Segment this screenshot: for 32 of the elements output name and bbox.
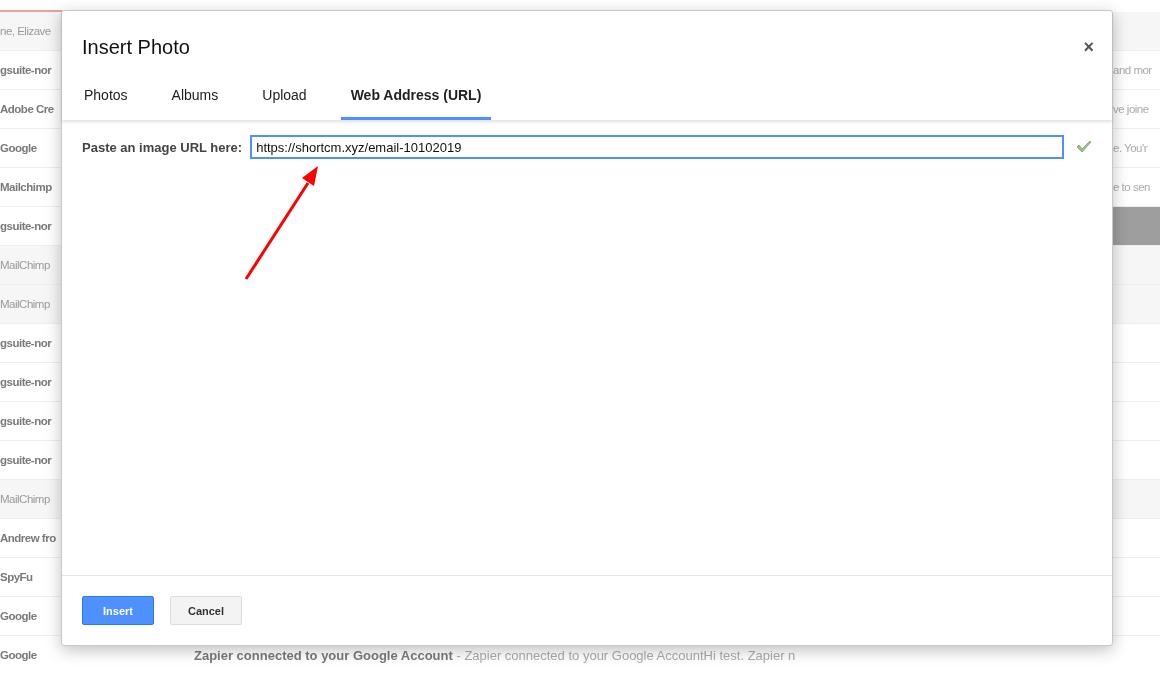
- sender-name: Andrew fro: [0, 532, 56, 544]
- cancel-button[interactable]: Cancel: [170, 596, 242, 625]
- sender-name: Adobe Cre: [0, 103, 54, 115]
- sender-name: gsuite-nor: [0, 64, 52, 76]
- email-snippet: e. You'r: [1113, 142, 1147, 154]
- sender-name: SpyFu: [0, 571, 33, 583]
- sender-name: MailChimp: [0, 259, 50, 271]
- sender-name: gsuite-nor: [0, 220, 52, 232]
- sender-name: Mailchimp: [0, 181, 52, 193]
- accent-line: [0, 10, 62, 12]
- sender-name: gsuite-nor: [0, 376, 52, 388]
- sender-name: Google: [0, 142, 37, 154]
- email-snippet: e to sen: [1113, 181, 1150, 193]
- sender-name: ne, Elizave: [0, 25, 51, 37]
- tab[interactable]: Albums: [161, 75, 229, 120]
- sender-name: Google: [0, 649, 37, 661]
- email-subject: Zapier connected to your Google Account - Zapier connected to your Google AccountHi test. Zapier n: [194, 647, 796, 663]
- url-label: Paste an image URL here:: [82, 139, 243, 155]
- sender-name: Google: [0, 610, 37, 622]
- sender-name: MailChimp: [0, 298, 50, 310]
- tab[interactable]: Upload: [252, 75, 317, 120]
- sender-name: MailChimp: [0, 493, 50, 505]
- close-button[interactable]: ×: [1079, 36, 1098, 58]
- dialog-title: Insert Photo: [82, 35, 190, 59]
- tab[interactable]: Web Address (URL): [340, 75, 492, 120]
- sender-name: gsuite-nor: [0, 454, 52, 466]
- sender-name: gsuite-nor: [0, 415, 52, 427]
- sender-name: gsuite-nor: [0, 337, 52, 349]
- url-input-field[interactable]: https://shortcm.xyz/email-10102019: [250, 135, 1064, 159]
- email-snippet: ve joine: [1113, 103, 1149, 115]
- email-snippet: and mor: [1113, 64, 1152, 76]
- tab[interactable]: Photos: [74, 75, 138, 120]
